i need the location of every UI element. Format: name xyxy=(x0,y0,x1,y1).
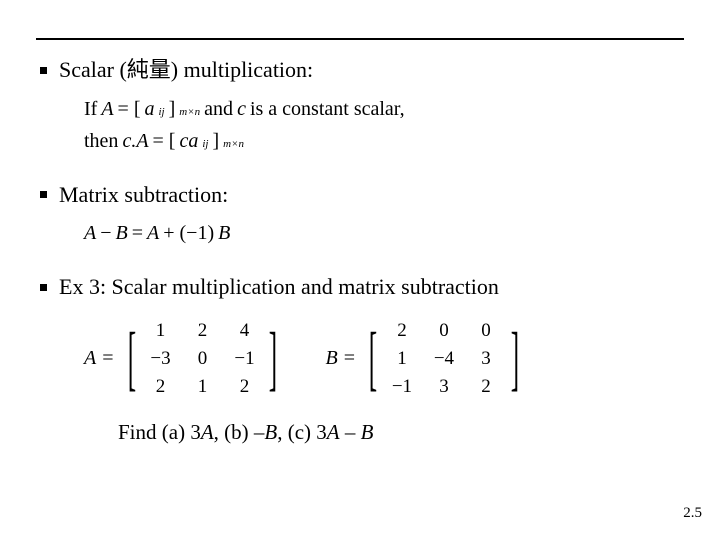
cell: −1 xyxy=(233,348,255,370)
minus: − xyxy=(100,217,111,249)
find-instruction: Find (a) 3A, (b) –B, (c) 3A – B xyxy=(118,420,680,445)
var-B: B xyxy=(361,420,374,444)
eq: = xyxy=(132,217,143,249)
cell: 3 xyxy=(433,376,455,398)
cell: 2 xyxy=(233,376,255,398)
var-A: A xyxy=(147,217,159,249)
matrix-A: 1 2 4 −3 0 −1 2 1 2 xyxy=(149,320,255,398)
slide-content: Scalar (純量) multiplication: If A = [ a i… xyxy=(40,50,680,445)
cell: 2 xyxy=(191,320,213,342)
text: then xyxy=(84,125,118,157)
scalar-definition: If A = [ a ij ] m×n and c is a constant … xyxy=(84,93,680,157)
var-A: A xyxy=(327,420,340,444)
right-bracket-icon: ] xyxy=(269,330,277,388)
subtraction-formula: A − B = A + (−1) B xyxy=(84,217,680,249)
cell: −3 xyxy=(149,348,171,370)
var-B: B xyxy=(264,420,277,444)
cell: 1 xyxy=(391,348,413,370)
text: If xyxy=(84,93,97,125)
var-a: a xyxy=(145,93,155,125)
text: is a constant scalar, xyxy=(250,93,405,125)
cell: 2 xyxy=(475,376,497,398)
cell: 0 xyxy=(433,320,455,342)
var-B: B xyxy=(218,217,230,249)
cell: 4 xyxy=(233,320,255,342)
cell: 3 xyxy=(475,348,497,370)
matrix-B: 2 0 0 1 −4 3 −1 3 2 xyxy=(391,320,497,398)
cell: 1 xyxy=(149,320,171,342)
cell: 2 xyxy=(391,320,413,342)
left-bracket-icon: [ xyxy=(127,330,135,388)
bullet-matrix-subtraction: Matrix subtraction: xyxy=(40,181,680,210)
eq: = xyxy=(102,347,113,370)
cell: −4 xyxy=(433,348,455,370)
text: – xyxy=(340,420,361,444)
horizontal-rule xyxy=(36,38,684,40)
cell: 0 xyxy=(191,348,213,370)
var-ca: ca xyxy=(179,125,198,157)
plus: + (−1) xyxy=(163,217,214,249)
bullet-icon xyxy=(40,67,47,74)
var-A: A xyxy=(201,420,214,444)
right-bracket-icon: ] xyxy=(511,330,519,388)
eq: = xyxy=(344,347,355,370)
sub-ij: ij xyxy=(202,136,208,154)
cell: 1 xyxy=(191,376,213,398)
bullet-text: Ex 3: Scalar multiplication and matrix s… xyxy=(59,273,499,302)
matrix-A-group: A = [ 1 2 4 −3 0 −1 2 1 2 ] xyxy=(84,320,285,398)
text: and xyxy=(204,93,233,125)
var-c: c xyxy=(237,93,246,125)
sub-ij: ij xyxy=(159,104,165,122)
subtraction-line: A − B = A + (−1) B xyxy=(84,217,680,249)
sub-mn: m×n xyxy=(223,136,244,154)
left-bracket-icon: [ xyxy=(369,330,377,388)
matrix-B-label: B xyxy=(325,347,337,370)
scalar-def-line2: then c.A = [ ca ij ] m×n xyxy=(84,125,680,157)
text: ] xyxy=(213,125,220,157)
bullet-icon xyxy=(40,191,47,198)
bullet-example-3: Ex 3: Scalar multiplication and matrix s… xyxy=(40,273,680,302)
text: = [ xyxy=(153,125,176,157)
cell: 0 xyxy=(475,320,497,342)
matrix-definitions: A = [ 1 2 4 −3 0 −1 2 1 2 ] B = [ 2 0 xyxy=(84,320,680,398)
var-B: B xyxy=(116,217,128,249)
text: , (b) – xyxy=(214,420,265,444)
bullet-text: Scalar (純量) multiplication: xyxy=(59,56,313,85)
text: ] xyxy=(169,93,176,125)
var-cA: c.A xyxy=(122,125,148,157)
bullet-icon xyxy=(40,284,47,291)
matrix-B-group: B = [ 2 0 0 1 −4 3 −1 3 2 ] xyxy=(325,320,526,398)
cell: −1 xyxy=(391,376,413,398)
var-A: A xyxy=(84,217,96,249)
sub-mn: m×n xyxy=(179,104,200,122)
cell: 2 xyxy=(149,376,171,398)
text: , (c) 3 xyxy=(277,420,327,444)
page-number: 2.5 xyxy=(683,505,702,522)
text: Find (a) 3 xyxy=(118,420,201,444)
bullet-scalar-multiplication: Scalar (純量) multiplication: xyxy=(40,56,680,85)
var-A: A xyxy=(101,93,113,125)
scalar-def-line1: If A = [ a ij ] m×n and c is a constant … xyxy=(84,93,680,125)
matrix-A-label: A xyxy=(84,347,96,370)
text: = [ xyxy=(118,93,141,125)
bullet-text: Matrix subtraction: xyxy=(59,181,228,210)
